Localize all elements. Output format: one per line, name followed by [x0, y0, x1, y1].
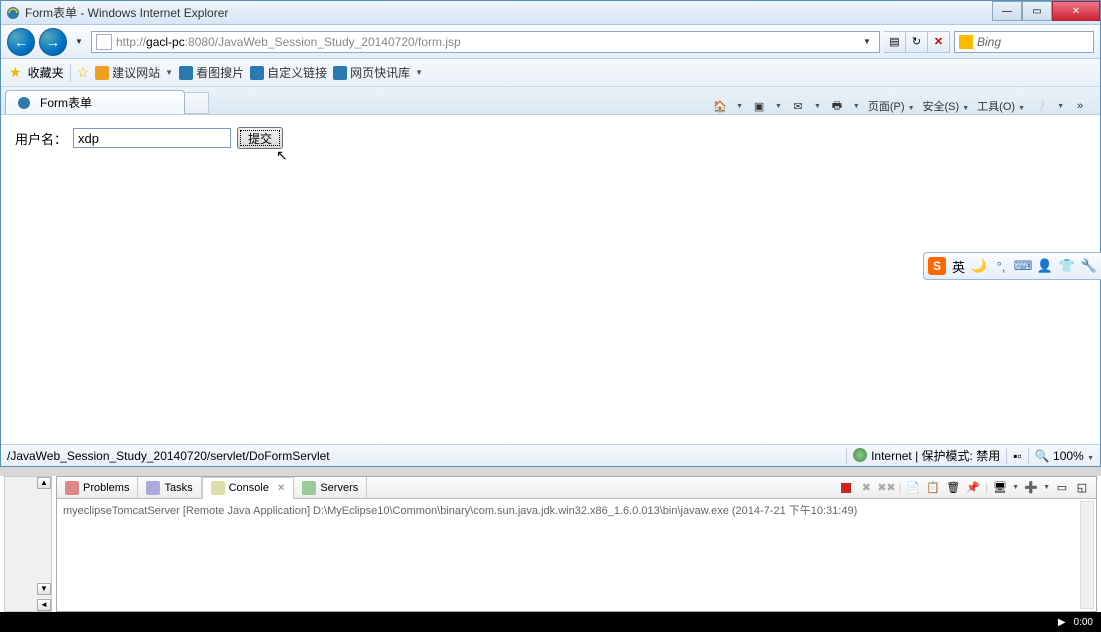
overflow-button[interactable]: » [1072, 98, 1088, 114]
fav-link-custom[interactable]: 自定义链接 [250, 64, 327, 81]
address-url: http://gacl-pc:8080/JavaWeb_Session_Stud… [116, 35, 855, 49]
back-button[interactable]: ← [7, 28, 35, 56]
compat-view-button[interactable]: ▤ [884, 31, 906, 53]
console-link1-button[interactable]: 📄 [905, 480, 921, 496]
safety-menu[interactable]: 安全(S) ▼ [923, 98, 970, 114]
close-tab-icon[interactable]: ✕ [277, 483, 285, 494]
editor-hscroll-left[interactable]: ◄ [37, 599, 51, 611]
video-time: 0:00 [1074, 617, 1093, 628]
ime-keyboard-icon[interactable]: ⌨ [1015, 258, 1031, 274]
window-titlebar: Form表单 - Windows Internet Explorer — ▭ ✕ [1, 1, 1100, 25]
ime-tool-icon[interactable]: 🔧 [1081, 258, 1097, 274]
new-tab-button[interactable] [185, 92, 209, 114]
console-removeall-button[interactable]: ✖✖ [878, 480, 894, 496]
search-box[interactable]: Bing [954, 31, 1094, 53]
video-control-bar: ▶ 0:00 [0, 612, 1101, 632]
problems-tab[interactable]: Problems [57, 477, 138, 499]
ime-lang[interactable]: 英 [952, 257, 965, 276]
browser-tab-active[interactable]: Form表单 [5, 90, 185, 114]
tab-favicon-icon [16, 95, 32, 111]
submit-button[interactable]: 提交 [237, 127, 283, 149]
refresh-button[interactable]: ↻ [906, 31, 928, 53]
play-icon[interactable]: ▶ [1058, 617, 1066, 628]
favorites-label[interactable]: 收藏夹 [28, 64, 64, 81]
address-bar[interactable]: http://gacl-pc:8080/JavaWeb_Session_Stud… [91, 31, 880, 53]
status-privacy-icon[interactable]: ▪▫ [1013, 449, 1022, 463]
ime-user-icon[interactable]: 👤 [1037, 258, 1053, 274]
mail-button[interactable]: ✉ [790, 98, 806, 114]
sogou-logo-icon: S [928, 257, 946, 275]
ime-toolbar[interactable]: S 英 🌙 °, ⌨ 👤 👕 🔧 [923, 252, 1101, 280]
console-open-button[interactable]: ➕ [1023, 480, 1039, 496]
forward-button[interactable]: → [39, 28, 67, 56]
page-menu[interactable]: 页面(P) ▼ [868, 98, 915, 114]
ime-skin-icon[interactable]: 👕 [1059, 258, 1075, 274]
console-remove-button[interactable]: ✖ [858, 480, 874, 496]
minimize-button[interactable]: — [992, 1, 1022, 21]
console-pin-button[interactable]: 📌 [965, 480, 981, 496]
nav-history-dropdown[interactable]: ▼ [71, 28, 87, 56]
fav-link-image[interactable]: 看图搜片 [179, 64, 244, 81]
fav-link-suggested[interactable]: 建议网站▼ [95, 64, 173, 81]
maximize-button[interactable]: ▭ [1022, 1, 1052, 21]
console-icon [211, 481, 225, 495]
editor-scroll-down[interactable]: ▼ [37, 583, 51, 595]
globe-icon [853, 448, 867, 462]
console-display-button[interactable]: 🖥 [992, 480, 1008, 496]
stop-button[interactable]: ✕ [928, 31, 950, 53]
feeds-button[interactable]: ▣ [751, 98, 767, 114]
username-label: 用户名： [15, 129, 67, 148]
tab-title: Form表单 [40, 94, 92, 111]
status-zone: Internet | 保护模式: 禁用 [853, 447, 1000, 464]
username-input[interactable] [73, 128, 231, 148]
console-scrollbar[interactable] [1080, 501, 1094, 609]
bing-icon [959, 35, 973, 49]
ime-punct-icon[interactable]: °, [993, 258, 1009, 274]
ie-favicon-icon [5, 5, 21, 21]
fav-link-webslice[interactable]: 网页快讯库▼ [333, 64, 423, 81]
console-clear-button[interactable]: 🗑 [945, 480, 961, 496]
console-tab[interactable]: Console✕ [202, 477, 295, 499]
ie-icon [333, 66, 347, 80]
site-icon [95, 66, 109, 80]
page-icon [96, 34, 112, 50]
home-button[interactable]: 🏠 [712, 98, 728, 114]
tasks-icon [146, 481, 160, 495]
search-placeholder: Bing [977, 35, 1001, 49]
console-output: myeclipseTomcatServer [Remote Java Appli… [57, 499, 1096, 521]
zoom-control[interactable]: 🔍 100% ▼ [1035, 449, 1094, 463]
ie-icon [250, 66, 264, 80]
status-text: /JavaWeb_Session_Study_20140720/servlet/… [7, 449, 840, 463]
help-button[interactable]: ❔ [1033, 98, 1049, 114]
add-favorite-icon[interactable]: ☆ [77, 64, 90, 81]
window-title: Form表单 - Windows Internet Explorer [25, 4, 1100, 21]
tools-menu[interactable]: 工具(O) ▼ [977, 98, 1025, 114]
favorites-star-icon[interactable]: ★ [9, 64, 22, 81]
view-minimize-button[interactable]: ▭ [1054, 480, 1070, 496]
editor-scroll-up[interactable]: ▲ [37, 477, 51, 489]
print-button[interactable]: 🖶 [829, 98, 845, 114]
address-dropdown-icon[interactable]: ▼ [859, 28, 875, 56]
problems-icon [65, 481, 79, 495]
view-maximize-button[interactable]: ◱ [1074, 480, 1090, 496]
close-button[interactable]: ✕ [1052, 1, 1100, 21]
console-scroll-lock-button[interactable]: 📋 [925, 480, 941, 496]
servers-icon [302, 481, 316, 495]
ime-moon-icon[interactable]: 🌙 [971, 258, 987, 274]
servers-tab[interactable]: Servers [294, 477, 367, 499]
console-stop-button[interactable] [838, 480, 854, 496]
tasks-tab[interactable]: Tasks [138, 477, 201, 499]
ie-icon [179, 66, 193, 80]
